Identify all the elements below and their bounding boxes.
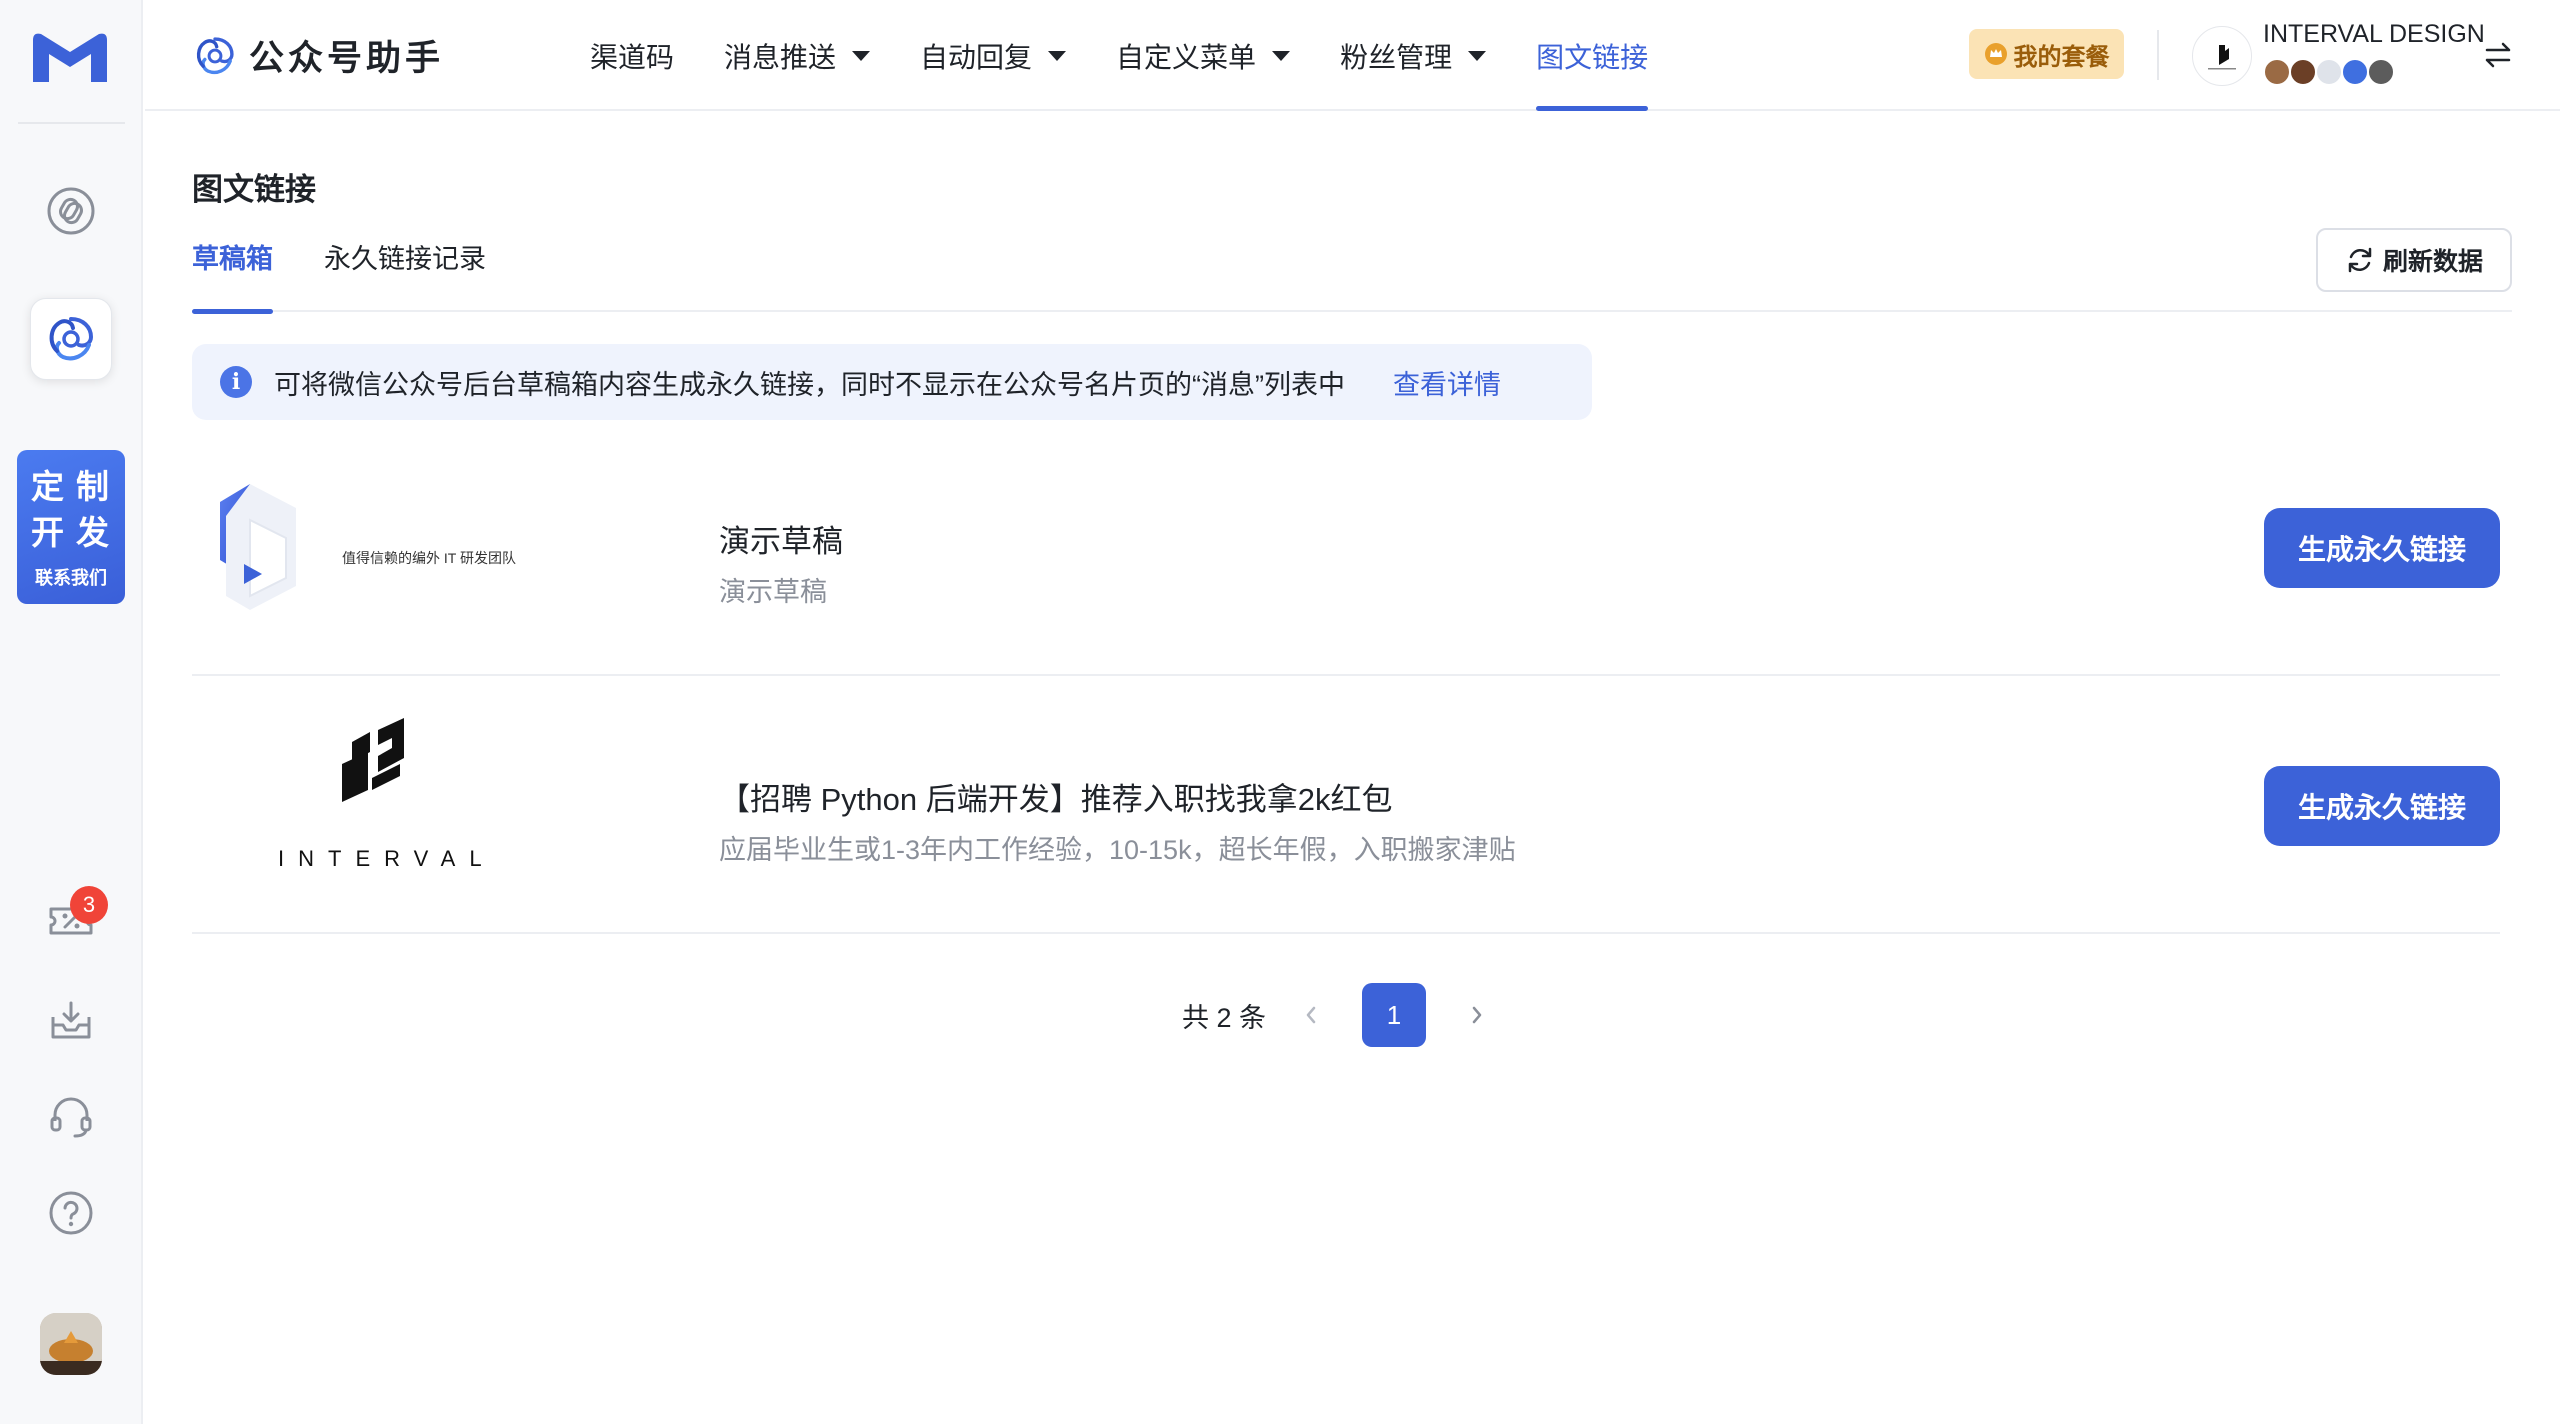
brand[interactable]: 公众号助手 xyxy=(193,30,444,81)
crown-icon xyxy=(1984,43,2007,65)
view-details-link[interactable]: 查看详情 xyxy=(1393,363,1501,402)
thumb-caption: INTERVAL xyxy=(278,846,496,871)
brand-name: 公众号助手 xyxy=(249,39,445,78)
nav-label: 图文链接 xyxy=(1536,41,1649,73)
generate-link-button[interactable]: 生成永久链接 xyxy=(2264,508,2500,588)
caret-down-icon xyxy=(852,50,871,61)
notice-text: 可将微信公众号后台草稿箱内容生成永久链接，同时不显示在公众号名片页的“消息”列表… xyxy=(274,369,1345,400)
sidebar-item-help[interactable] xyxy=(30,1172,112,1254)
prev-page-icon[interactable] xyxy=(1296,1000,1326,1030)
pagination-total: 共 2 条 xyxy=(1182,1002,1267,1033)
swirl-logo-icon xyxy=(49,317,94,361)
item-desc: 应届毕业生或1-3年内工作经验，10-15k，超长年假，入职搬家津贴 xyxy=(719,835,1516,865)
app-logo-icon[interactable] xyxy=(29,26,111,86)
draft-list-item: INTERVAL 【招聘 Python 后端开发】推荐入职找我拿2k红包 应届毕… xyxy=(192,678,2500,934)
user-avatar[interactable] xyxy=(40,1313,102,1375)
draft-list-item: 值得信赖的编外 IT 研发团队 演示草稿 演示草稿 生成永久链接 xyxy=(192,420,2500,676)
promo-line2: 开发 xyxy=(31,514,121,551)
draft-thumbnail: INTERVAL xyxy=(192,678,562,934)
next-page-icon[interactable] xyxy=(1462,1000,1492,1030)
item-title: 【招聘 Python 后端开发】推荐入职找我拿2k红包 xyxy=(719,782,1393,817)
pagination: 共 2 条 1 xyxy=(1182,983,1492,1047)
caret-down-icon xyxy=(1468,50,1487,61)
tab-drafts[interactable]: 草稿箱 xyxy=(192,232,273,314)
account-logo[interactable] xyxy=(2192,26,2252,86)
tab-permanent-links[interactable]: 永久链接记录 xyxy=(324,232,486,312)
nav-label: 自动回复 xyxy=(920,41,1033,73)
custom-dev-promo[interactable]: 定制 开发 联系我们 xyxy=(17,450,125,604)
avatar xyxy=(2367,58,2395,86)
sidebar-divider xyxy=(18,122,125,124)
avatar xyxy=(2263,58,2291,86)
plan-label: 我的套餐 xyxy=(2013,43,2110,71)
promo-line1: 定制 xyxy=(31,468,121,505)
switch-account-icon[interactable] xyxy=(2481,38,2515,72)
avatar xyxy=(2315,58,2343,86)
link-circle-icon xyxy=(47,187,95,235)
item-title: 演示草稿 xyxy=(719,524,843,559)
info-icon: i xyxy=(220,366,252,398)
refresh-button[interactable]: 刷新数据 xyxy=(2316,228,2512,292)
header-divider xyxy=(2157,30,2159,80)
page-number[interactable]: 1 xyxy=(1362,983,1427,1047)
top-header: 公众号助手 渠道码 消息推送 自动回复 自定义菜单 粉丝管理 图文链接 我的套餐… xyxy=(145,0,2560,111)
sidebar-item-link-tool[interactable] xyxy=(30,170,112,252)
brand-swirl-icon xyxy=(196,36,234,74)
nav-label: 消息推送 xyxy=(724,41,837,73)
nav-label: 粉丝管理 xyxy=(1340,41,1453,73)
nav-article-link[interactable]: 图文链接 xyxy=(1536,0,1649,111)
account-name: INTERVAL DESIGN xyxy=(2263,20,2485,48)
sidebar-item-support[interactable] xyxy=(30,1076,112,1158)
sidebar-item-official-account[interactable] xyxy=(30,298,112,380)
inbox-download-icon xyxy=(51,1001,91,1039)
headset-icon xyxy=(50,1097,92,1138)
nav-custom-menu[interactable]: 自定义菜单 xyxy=(1116,0,1291,111)
nav-message-push[interactable]: 消息推送 xyxy=(724,0,871,111)
nav-auto-reply[interactable]: 自动回复 xyxy=(920,0,1067,111)
nav-label: 渠道码 xyxy=(590,41,675,73)
caret-down-icon xyxy=(1048,50,1067,61)
help-circle-icon xyxy=(49,1191,93,1235)
item-desc: 演示草稿 xyxy=(719,577,827,607)
thumb-caption: 值得信赖的编外 IT 研发团队 xyxy=(342,550,516,566)
refresh-label: 刷新数据 xyxy=(2382,248,2483,276)
generate-link-button[interactable]: 生成永久链接 xyxy=(2264,766,2500,846)
info-notice: i 可将微信公众号后台草稿箱内容生成永久链接，同时不显示在公众号名片页的“消息”… xyxy=(192,344,1592,420)
left-sidebar: 定制 开发 联系我们 3 xyxy=(0,0,143,1424)
main-nav: 渠道码 消息推送 自动回复 自定义菜单 粉丝管理 图文链接 xyxy=(590,0,1698,111)
sidebar-item-inbox[interactable] xyxy=(30,980,112,1062)
refresh-icon xyxy=(2348,247,2372,273)
avatar xyxy=(2341,58,2369,86)
interval-logo-icon xyxy=(2208,45,2236,70)
nav-label: 自定义菜单 xyxy=(1116,41,1257,73)
avatar-image-icon xyxy=(40,1313,102,1375)
avatar xyxy=(2289,58,2317,86)
caret-down-icon xyxy=(1272,50,1291,61)
my-plan-button[interactable]: 我的套餐 xyxy=(1969,29,2124,79)
notification-badge: 3 xyxy=(70,886,108,924)
nav-channel-code[interactable]: 渠道码 xyxy=(590,0,674,111)
account-avatars xyxy=(2263,58,2395,86)
page-title: 图文链接 xyxy=(192,172,316,207)
interval-brand-icon xyxy=(342,718,404,802)
draft-thumbnail: 值得信赖的编外 IT 研发团队 xyxy=(192,420,562,676)
tab-bar: 草稿箱 永久链接记录 xyxy=(192,232,2512,314)
promo-contact: 联系我们 xyxy=(35,568,107,588)
nav-fans-manage[interactable]: 粉丝管理 xyxy=(1340,0,1487,111)
